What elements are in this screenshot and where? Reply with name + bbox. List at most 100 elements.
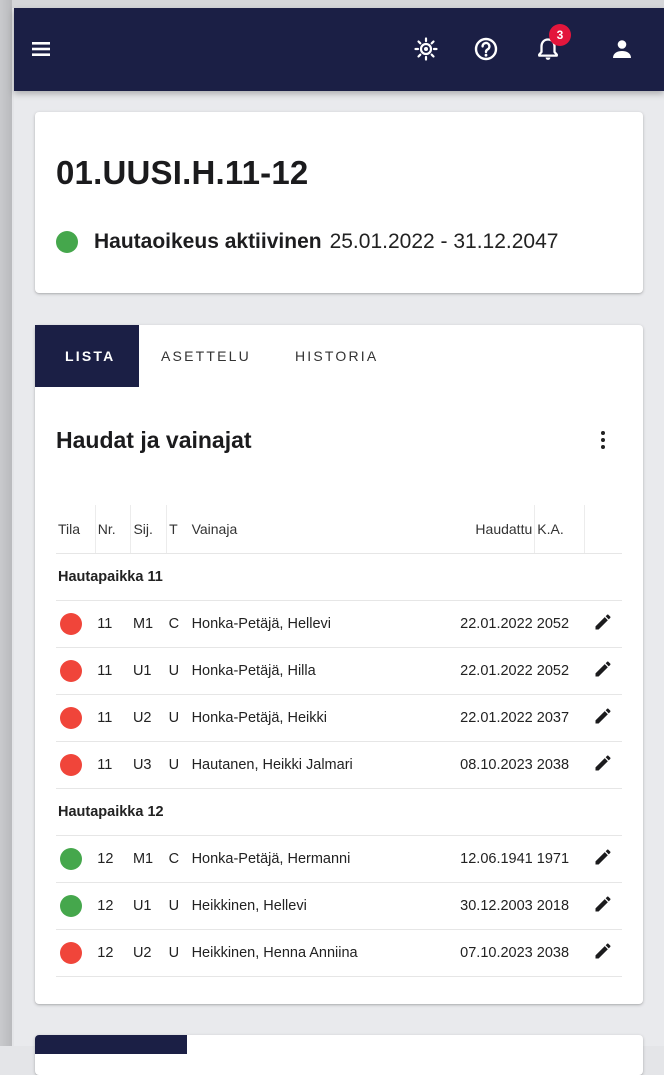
cell-sij: U2: [130, 694, 167, 742]
cell-sij: U2: [130, 929, 167, 977]
table-row[interactable]: 12 U2 U Heikkinen, Henna Anniina 07.10.2023 2…: [56, 929, 622, 977]
table-row[interactable]: 11 M1 C Honka-Petäjä, Hellevi 22.01.2022 2052: [56, 600, 622, 648]
group-label: Hautapaikka 11: [56, 553, 622, 601]
cell-vainaja: Hautanen, Heikki Jalmari: [189, 741, 429, 789]
cell-t: U: [166, 694, 190, 742]
cell-ka: 2038: [534, 929, 585, 977]
cell-t: C: [166, 835, 190, 883]
user-icon: [613, 40, 631, 58]
sun-icon: [414, 37, 438, 61]
cell-haudattu: 30.12.2003: [428, 882, 535, 930]
cell-haudattu: 22.01.2022: [428, 694, 535, 742]
menu-icon: [32, 42, 50, 56]
edit-cell: [584, 929, 622, 977]
table-body: Hautapaikka 11 11 M1 C Honka-Petäjä, Hellevi…: [56, 553, 622, 977]
group-label: Hautapaikka 12: [56, 788, 622, 836]
table-row[interactable]: 12 U1 U Heikkinen, Hellevi 30.12.2003 2018: [56, 882, 622, 930]
cell-nr: 11: [95, 647, 131, 695]
status-cell: [56, 600, 96, 648]
col-header-t[interactable]: T: [166, 505, 190, 554]
graves-list-card: LISTA ASETTELU HISTORIA Haudat ja vainaj…: [35, 325, 643, 1004]
status-cell: [56, 835, 96, 883]
cell-sij: M1: [130, 600, 167, 648]
window-frame-left: [0, 0, 12, 1046]
col-header-ka[interactable]: K.A.: [534, 505, 586, 554]
top-toolbar: 3: [14, 8, 664, 91]
more-options-button[interactable]: [591, 425, 615, 455]
tab-historia[interactable]: HISTORIA: [273, 325, 400, 387]
next-card: [35, 1035, 643, 1075]
cell-haudattu: 07.10.2023: [428, 929, 535, 977]
menu-button[interactable]: [22, 30, 60, 68]
cell-ka: 1971: [534, 835, 585, 883]
cell-ka: 2018: [534, 882, 585, 930]
cell-t: C: [166, 600, 190, 648]
edit-button[interactable]: [593, 847, 613, 871]
table-row[interactable]: 12 M1 C Honka-Petäjä, Hermanni 12.06.1941 197…: [56, 835, 622, 883]
cell-haudattu: 08.10.2023: [428, 741, 535, 789]
cell-ka: 2052: [534, 600, 585, 648]
cell-sij: U3: [130, 741, 167, 789]
graves-table: Tila Nr. Sij. T Vainaja Haudattu K.A. Ha…: [56, 505, 622, 977]
cell-t: U: [166, 741, 190, 789]
cell-vainaja: Honka-Petäjä, Heikki: [189, 694, 429, 742]
status-dot-red: [60, 754, 82, 776]
status-label: Hautaoikeus aktiivinen: [94, 230, 322, 253]
section-title: Haudat ja vainajat: [56, 427, 252, 453]
next-card-active-tab[interactable]: [35, 1035, 187, 1054]
cell-nr: 11: [95, 694, 131, 742]
edit-button[interactable]: [593, 894, 613, 918]
table-row[interactable]: 11 U1 U Honka-Petäjä, Hilla 22.01.2022 2052: [56, 647, 622, 695]
cell-vainaja: Heikkinen, Henna Anniina: [189, 929, 429, 977]
edit-cell: [584, 835, 622, 883]
edit-button[interactable]: [593, 941, 613, 965]
cell-ka: 2052: [534, 647, 585, 695]
group-row: Hautapaikka 12: [56, 788, 622, 836]
pencil-icon: [595, 661, 611, 677]
edit-cell: [584, 882, 622, 930]
tab-asettelu[interactable]: ASETTELU: [139, 325, 273, 387]
col-header-vainaja[interactable]: Vainaja: [189, 505, 429, 554]
edit-button[interactable]: [593, 753, 613, 777]
pencil-icon: [595, 755, 611, 771]
kebab-dot-icon: [601, 431, 605, 435]
cell-sij: M1: [130, 835, 167, 883]
table-row[interactable]: 11 U3 U Hautanen, Heikki Jalmari 08.10.2023 2…: [56, 741, 622, 789]
kebab-dot-icon: [601, 445, 605, 449]
col-header-haudattu[interactable]: Haudattu: [428, 505, 536, 554]
help-icon: [474, 37, 498, 61]
notifications-button[interactable]: 3: [529, 24, 571, 68]
status-dot-red: [60, 613, 82, 635]
cell-vainaja: Honka-Petäjä, Hellevi: [189, 600, 429, 648]
col-header-actions: [584, 505, 622, 554]
help-button[interactable]: [467, 30, 505, 68]
status-dot-green: [60, 848, 82, 870]
cell-sij: U1: [130, 882, 167, 930]
status-cell: [56, 882, 96, 930]
col-header-sij[interactable]: Sij.: [130, 505, 168, 554]
cell-nr: 11: [95, 741, 131, 789]
col-header-tila[interactable]: Tila: [56, 505, 96, 554]
kebab-dot-icon: [601, 438, 605, 442]
tab-lista[interactable]: LISTA: [35, 325, 139, 387]
table-row[interactable]: 11 U2 U Honka-Petäjä, Heikki 22.01.2022 2037: [56, 694, 622, 742]
theme-toggle-button[interactable]: [407, 30, 445, 68]
account-button[interactable]: [603, 30, 641, 68]
cell-ka: 2038: [534, 741, 585, 789]
status-dates: 25.01.2022 - 31.12.2047: [329, 230, 559, 253]
pencil-icon: [595, 896, 611, 912]
edit-button[interactable]: [593, 659, 613, 683]
col-header-nr[interactable]: Nr.: [95, 505, 132, 554]
cell-vainaja: Honka-Petäjä, Hermanni: [189, 835, 429, 883]
cell-nr: 12: [95, 835, 131, 883]
cell-haudattu: 12.06.1941: [428, 835, 535, 883]
pencil-icon: [595, 614, 611, 630]
edit-button[interactable]: [593, 706, 613, 730]
cell-t: U: [166, 882, 190, 930]
tab-bar: LISTA ASETTELU HISTORIA: [35, 325, 400, 387]
status-cell: [56, 741, 96, 789]
pencil-icon: [595, 708, 611, 724]
edit-button[interactable]: [593, 612, 613, 636]
status-cell: [56, 694, 96, 742]
plot-title: 01.UUSI.H.11-12: [56, 154, 309, 191]
